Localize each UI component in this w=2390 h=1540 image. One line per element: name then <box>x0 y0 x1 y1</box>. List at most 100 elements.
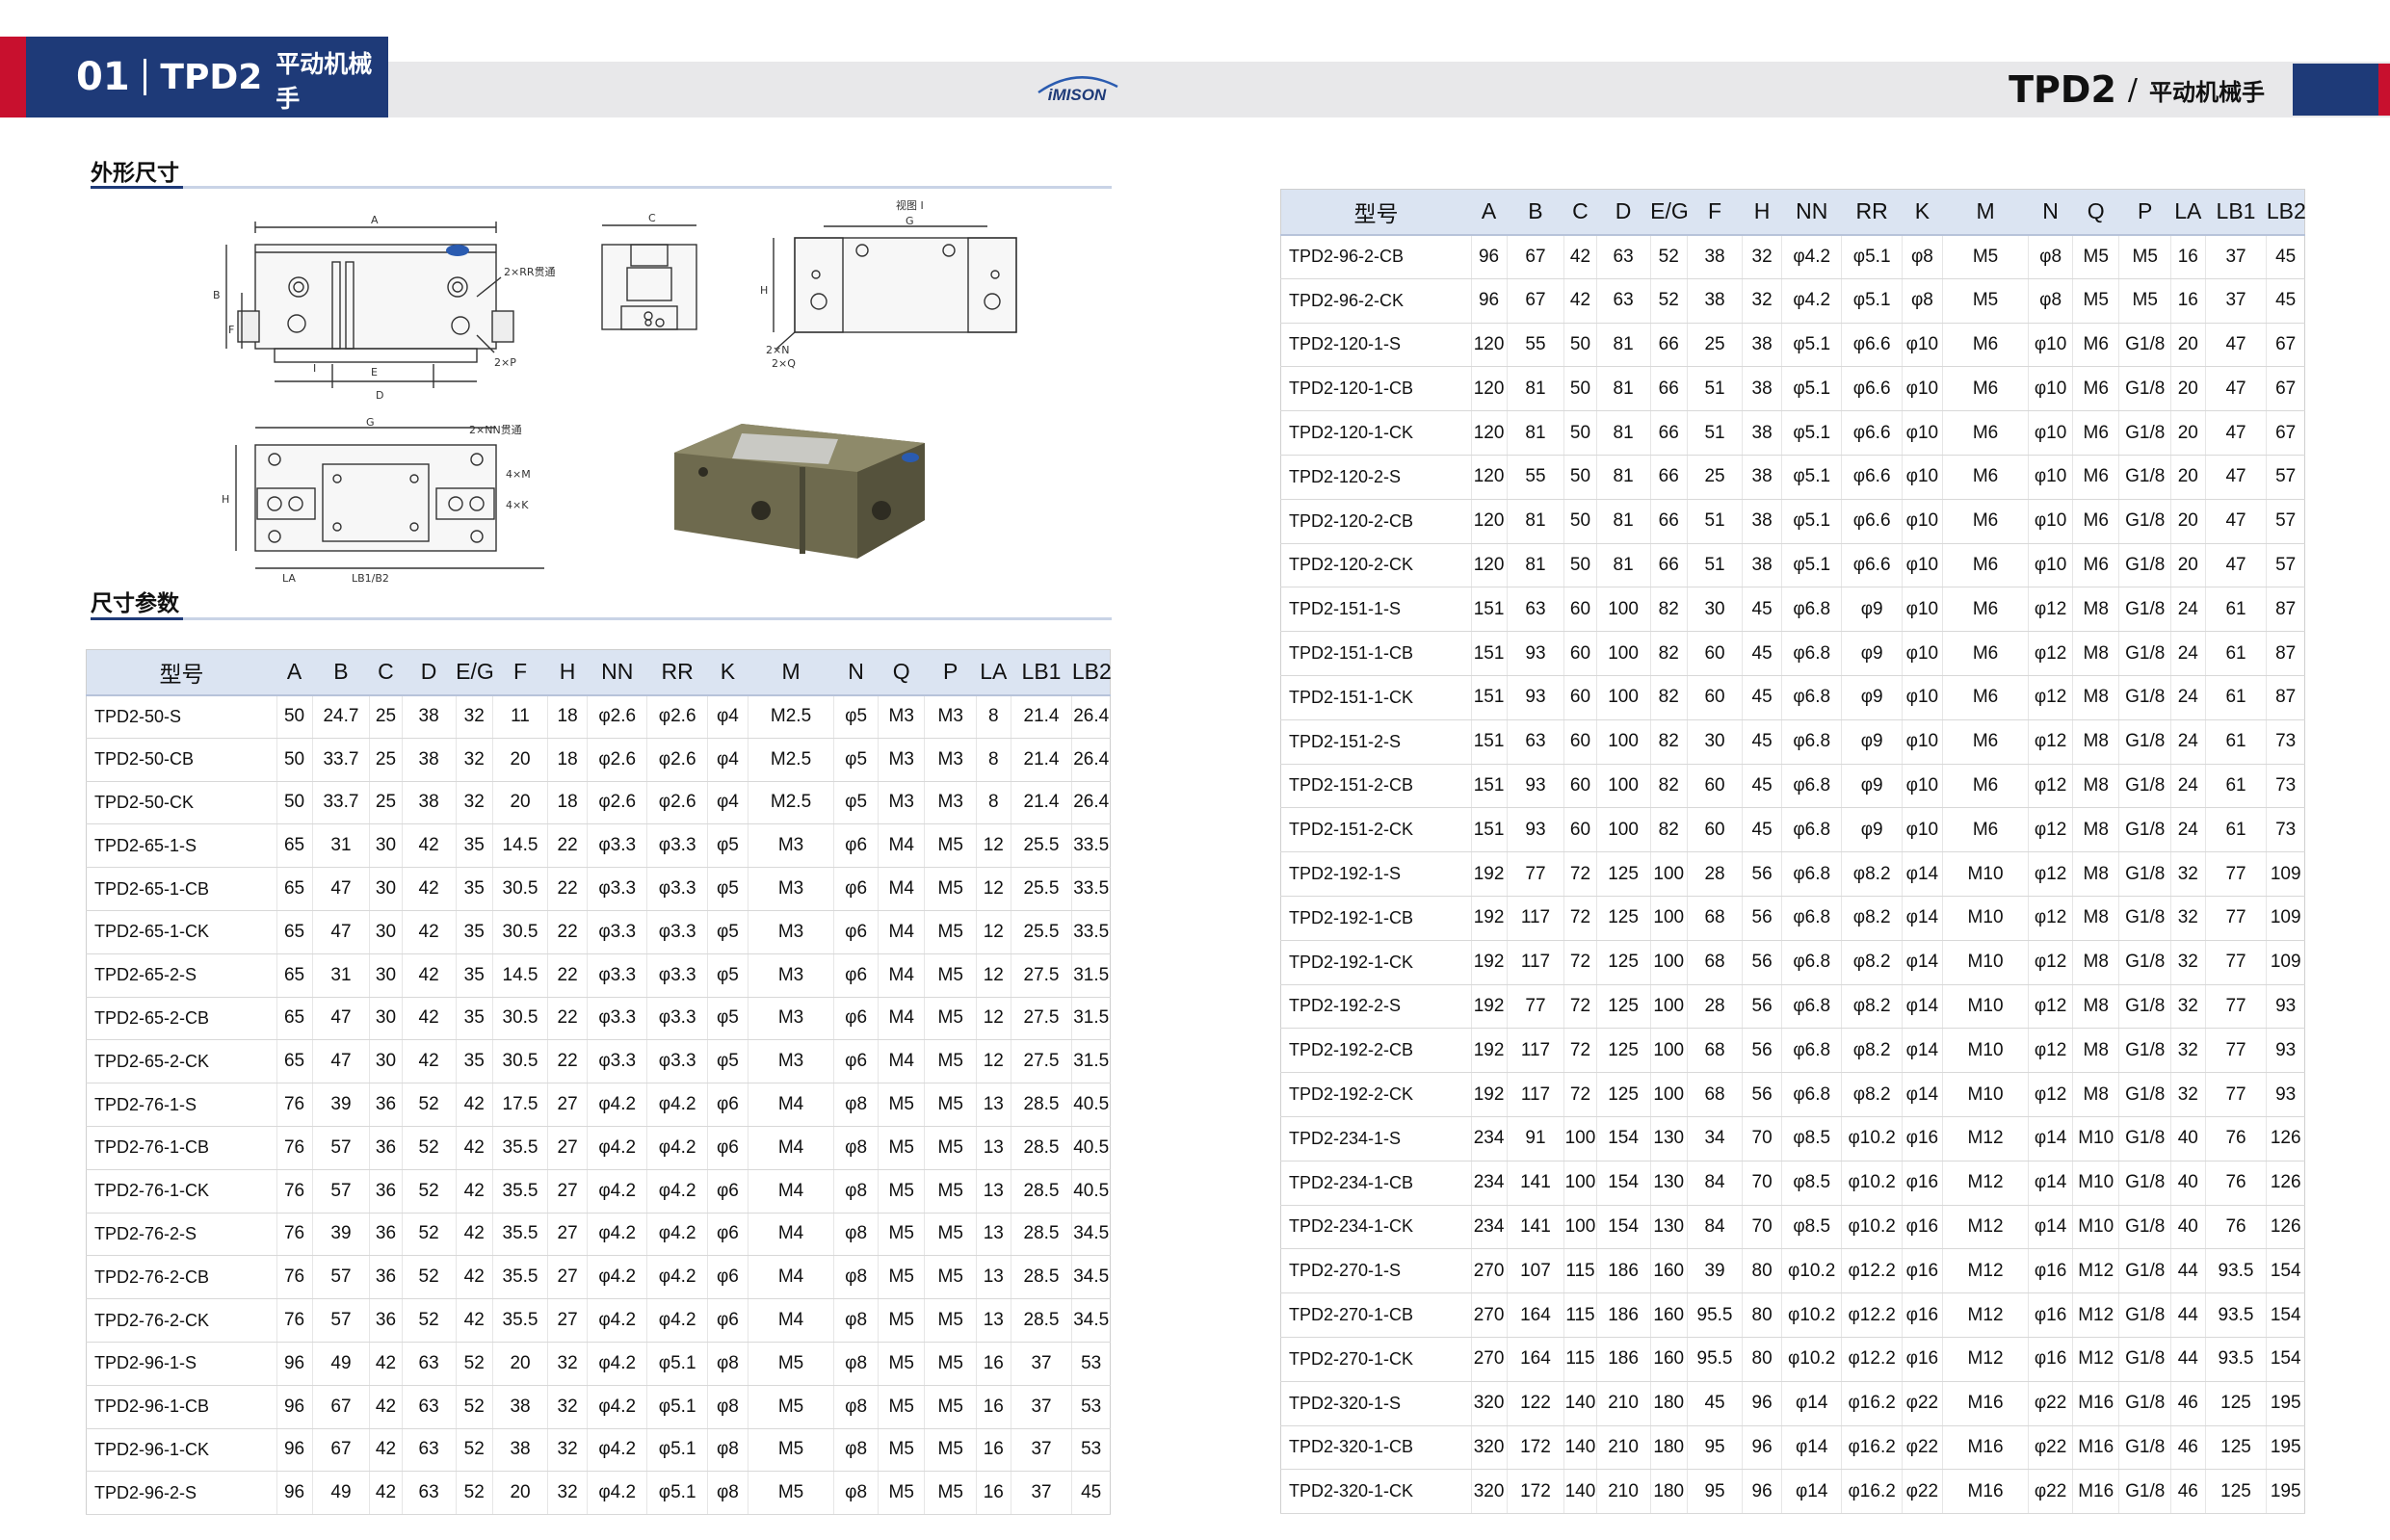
value-cell: φ22 <box>2028 1381 2074 1426</box>
value-cell: φ3.3 <box>587 997 648 1041</box>
column-header: K <box>1902 189 1943 236</box>
value-cell: 47 <box>312 867 371 911</box>
value-cell: 68 <box>1687 940 1744 985</box>
value-cell: 37 <box>1011 1342 1073 1386</box>
value-cell: φ6.8 <box>1781 1028 1843 1074</box>
value-cell: φ6 <box>707 1298 749 1343</box>
value-cell: φ14 <box>2028 1161 2074 1206</box>
model-cell: TPD2-120-1-S <box>1280 323 1472 368</box>
value-cell: 60 <box>1563 807 1597 853</box>
table-row: TPD2-270-1-CK 270 164 115 186 160 95.5 80 φ10.2 φ… <box>1280 1337 2305 1382</box>
dim-f: F <box>228 324 234 336</box>
table-row: TPD2-96-1-CK 96 67 42 63 52 38 32 φ4.2 φ5.1 φ8 M5 φ8… <box>86 1428 1111 1473</box>
table-row: TPD2-50-CK 50 33.7 25 38 32 20 18 φ2.6 φ2.6 φ4 M2.5… <box>86 781 1111 825</box>
value-cell: G1/8 <box>2118 366 2171 412</box>
value-cell: 34 <box>1687 1116 1744 1162</box>
value-cell: M4 <box>878 867 926 911</box>
model-cell: TPD2-76-1-CK <box>86 1169 277 1214</box>
model-cell: TPD2-96-2-CB <box>1280 234 1472 279</box>
value-cell: φ10 <box>1902 543 1943 588</box>
header-red-accent <box>0 37 26 117</box>
value-cell: 42 <box>456 1213 493 1257</box>
value-cell: 38 <box>1742 499 1782 544</box>
value-cell: G1/8 <box>2118 455 2171 500</box>
value-cell: G1/8 <box>2118 1116 2171 1162</box>
value-cell: 25 <box>1687 455 1744 500</box>
model-cell: TPD2-270-1-CK <box>1280 1337 1472 1382</box>
value-cell: 38 <box>1742 543 1782 588</box>
value-cell: 50 <box>1563 455 1597 500</box>
model-cell: TPD2-192-2-CB <box>1280 1028 1472 1074</box>
value-cell: 68 <box>1687 896 1744 941</box>
value-cell: 32 <box>1742 234 1782 279</box>
value-cell: φ22 <box>2028 1425 2074 1471</box>
value-cell: 56 <box>1742 1028 1782 1074</box>
value-cell: 80 <box>1742 1337 1782 1382</box>
value-cell: 100 <box>1650 940 1688 985</box>
value-cell: 40 <box>2170 1205 2206 1250</box>
value-cell: φ14 <box>1781 1381 1843 1426</box>
value-cell: 20 <box>2170 410 2206 456</box>
value-cell: 53 <box>1071 1342 1111 1386</box>
value-cell: M6 <box>1942 499 2030 544</box>
value-cell: φ4.2 <box>587 1126 648 1170</box>
value-cell: G1/8 <box>2118 675 2171 720</box>
column-header: C <box>369 649 403 696</box>
value-cell: 160 <box>1650 1248 1688 1294</box>
value-cell: 84 <box>1687 1161 1744 1206</box>
value-cell: φ4.2 <box>646 1169 708 1214</box>
value-cell: φ6 <box>707 1126 749 1170</box>
value-cell: φ9 <box>1841 631 1903 676</box>
value-cell: 77 <box>1507 984 1565 1030</box>
value-cell: φ16 <box>1902 1292 1943 1338</box>
label-rr: 2×RR贯通 <box>504 266 556 278</box>
value-cell: φ8 <box>707 1385 749 1429</box>
header-title-block: 01 TPD2 平动机械手 <box>26 37 388 117</box>
value-cell: φ5 <box>833 781 880 825</box>
value-cell: φ10 <box>1902 323 1943 368</box>
value-cell: 45 <box>1742 807 1782 853</box>
value-cell: 27 <box>547 1126 588 1170</box>
value-cell: φ22 <box>1902 1425 1943 1471</box>
value-cell: 93 <box>2266 1028 2305 1074</box>
value-cell: φ8.2 <box>1841 1072 1903 1117</box>
value-cell: φ6 <box>833 997 880 1041</box>
value-cell: φ6.8 <box>1781 587 1843 633</box>
value-cell: M10 <box>1942 896 2030 941</box>
value-cell: M5 <box>924 1298 977 1343</box>
value-cell: 21.4 <box>1011 738 1073 782</box>
value-cell: 30 <box>369 867 403 911</box>
value-cell: 180 <box>1650 1469 1688 1515</box>
table-row: TPD2-192-2-CB 192 117 72 125 100 68 56 φ6.8 φ8.2 φ… <box>1280 1028 2305 1074</box>
value-cell: 25 <box>369 738 403 782</box>
value-cell: M2.5 <box>748 738 835 782</box>
value-cell: M8 <box>2072 719 2120 765</box>
model-cell: TPD2-151-2-CB <box>1280 764 1472 809</box>
value-cell: 72 <box>1563 1072 1597 1117</box>
value-cell: 100 <box>1596 719 1651 765</box>
value-cell: 63 <box>402 1385 457 1429</box>
value-cell: 51 <box>1687 410 1744 456</box>
value-cell: φ4.2 <box>587 1255 648 1300</box>
value-cell: 16 <box>976 1342 1011 1386</box>
value-cell: 14.5 <box>492 823 549 869</box>
value-cell: 50 <box>276 694 313 739</box>
model-cell: TPD2-76-1-S <box>86 1083 277 1127</box>
value-cell: 81 <box>1507 366 1565 412</box>
value-cell: M8 <box>2072 1028 2120 1074</box>
label-p: 2×P <box>494 356 516 369</box>
value-cell: 13 <box>976 1213 1011 1257</box>
value-cell: M6 <box>1942 323 2030 368</box>
header-bar-center <box>1108 62 1281 117</box>
value-cell: G1/8 <box>2118 631 2171 676</box>
value-cell: 82 <box>1650 587 1688 633</box>
value-cell: M8 <box>2072 764 2120 809</box>
model-cell: TPD2-96-1-CK <box>86 1428 277 1473</box>
value-cell: φ5.1 <box>1781 499 1843 544</box>
table-row: TPD2-65-2-CK 65 47 30 42 35 30.5 22 φ3.3 φ3.3 φ5 M3… <box>86 1039 1111 1084</box>
value-cell: M10 <box>1942 940 2030 985</box>
value-cell: 28.5 <box>1011 1298 1073 1343</box>
column-header: RR <box>1841 189 1903 236</box>
value-cell: M4 <box>748 1083 835 1127</box>
value-cell: G1/8 <box>2118 1248 2171 1294</box>
